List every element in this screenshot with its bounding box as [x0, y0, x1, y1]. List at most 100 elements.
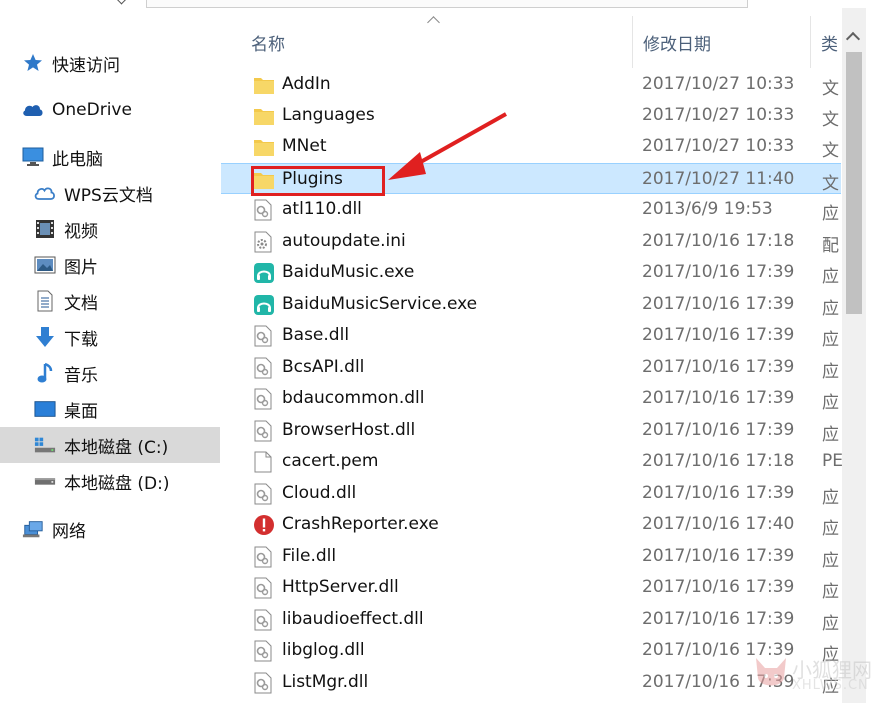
baidu-music-icon [253, 262, 275, 284]
file-modified-date: 2017/10/16 17:18 [642, 231, 795, 251]
file-modified-date: 2017/10/16 17:39 [642, 420, 795, 440]
file-row[interactable]: BaiduMusic.exe 2017/10/16 17:39 应 [221, 257, 841, 288]
error-icon [253, 514, 275, 536]
file-name: CrashReporter.exe [282, 514, 439, 534]
file-row[interactable]: Base.dll 2017/10/16 17:39 应 [221, 320, 841, 351]
file-row[interactable]: libaudioeffect.dll 2017/10/16 17:39 应 [221, 604, 841, 635]
dll-file-icon [253, 483, 275, 505]
dll-file-icon [253, 577, 275, 599]
column-divider[interactable] [810, 16, 811, 68]
dll-file-icon [253, 672, 275, 694]
drive-c-icon [34, 434, 56, 456]
scrollbar-thumb[interactable] [846, 52, 862, 314]
file-name: Languages [282, 105, 375, 125]
file-type: 应 [822, 614, 839, 634]
file-row[interactable]: Cloud.dll 2017/10/16 17:39 应 [221, 478, 841, 509]
file-row[interactable]: File.dll 2017/10/16 17:39 应 [221, 541, 841, 572]
file-row[interactable]: BcsAPI.dll 2017/10/16 17:39 应 [221, 352, 841, 383]
file-name: AddIn [282, 74, 331, 94]
dll-file-icon [253, 546, 275, 568]
file-row[interactable]: ListMgr.dll 2017/10/16 17:39 应 [221, 667, 841, 698]
file-type: 应 [822, 488, 839, 508]
nav-item-videos[interactable]: 视频 [0, 211, 220, 247]
nav-item-drive-d[interactable]: 本地磁盘 (D:) [0, 463, 220, 499]
file-type: 应 [822, 267, 839, 287]
dll-file-icon [253, 420, 275, 442]
nav-item-pictures[interactable]: 图片 [0, 247, 220, 283]
file-name: Base.dll [282, 325, 350, 345]
address-bar[interactable] [146, 0, 748, 8]
nav-item-label: 音乐 [64, 365, 98, 386]
column-header-name[interactable]: 名称 [251, 30, 285, 55]
file-name: File.dll [282, 546, 337, 566]
vertical-scrollbar[interactable] [842, 8, 866, 703]
navigation-pane: 快速访问 OneDrive 此电脑 WPS云文档 视频 图片 文档 下载 音乐 … [0, 8, 220, 703]
nav-item-desktop[interactable]: 桌面 [0, 391, 220, 427]
chevron-down-icon[interactable] [116, 0, 127, 5]
file-type: PE [822, 451, 842, 471]
folder-icon [253, 105, 275, 127]
document-icon [34, 290, 56, 312]
file-row[interactable]: AddIn 2017/10/27 10:33 文 [221, 69, 841, 100]
file-name: libglog.dll [282, 640, 365, 660]
nav-item-this-pc[interactable]: 此电脑 [0, 139, 220, 175]
file-row[interactable]: libglog.dll 2017/10/16 17:39 应 [221, 635, 841, 666]
watermark: 小狐狸网 XHLWS.CN [752, 648, 887, 703]
music-note-icon [34, 362, 56, 384]
file-type: 应 [822, 299, 839, 319]
dll-file-icon [253, 325, 275, 347]
column-header-type[interactable]: 类 [821, 30, 838, 55]
file-type: 文 [822, 141, 839, 161]
annotation-highlight-box [251, 166, 385, 196]
file-row[interactable]: cacert.pem 2017/10/16 17:18 PE [221, 446, 842, 477]
file-modified-date: 2017/10/16 17:39 [642, 577, 795, 597]
file-type: 应 [822, 204, 839, 224]
file-row[interactable]: CrashReporter.exe 2017/10/16 17:40 应 [221, 509, 841, 540]
nav-item-label: OneDrive [52, 100, 132, 120]
file-type: 配 [822, 236, 839, 256]
file-row[interactable]: BaiduMusicService.exe 2017/10/16 17:39 应 [221, 289, 841, 320]
nav-item-downloads[interactable]: 下载 [0, 319, 220, 355]
film-icon [34, 218, 56, 240]
file-modified-date: 2017/10/16 17:39 [642, 546, 795, 566]
watermark-url: XHLWS.CN [792, 678, 869, 693]
file-row[interactable]: Languages 2017/10/27 10:33 文 [221, 100, 841, 131]
nav-item-wps-cloud[interactable]: WPS云文档 [0, 175, 220, 211]
nav-item-network[interactable]: 网络 [0, 511, 220, 547]
column-header-row: 名称 修改日期 类 [221, 8, 887, 68]
file-type: 应 [822, 330, 839, 350]
dll-file-icon [253, 199, 275, 221]
nav-item-label: 桌面 [64, 401, 98, 422]
nav-item-label: 视频 [64, 221, 98, 242]
nav-item-onedrive[interactable]: OneDrive [0, 92, 220, 128]
dll-file-icon [253, 388, 275, 410]
file-row[interactable]: autoupdate.ini 2017/10/16 17:18 配 [221, 226, 841, 257]
nav-item-label: 本地磁盘 (C:) [64, 437, 169, 458]
nav-item-label: 下载 [64, 329, 98, 350]
baidu-music-icon [253, 294, 275, 316]
column-header-date[interactable]: 修改日期 [643, 30, 711, 55]
file-row[interactable]: MNet 2017/10/27 10:33 文 [221, 131, 841, 162]
file-modified-date: 2017/10/27 10:33 [642, 74, 795, 94]
file-name: MNet [282, 136, 327, 156]
dll-file-icon [253, 640, 275, 662]
scroll-up-arrow-icon[interactable] [845, 31, 861, 47]
file-row[interactable]: bdaucommon.dll 2017/10/16 17:39 应 [221, 383, 841, 414]
file-type: 文 [822, 174, 839, 194]
nav-item-quick-access[interactable]: 快速访问 [0, 45, 220, 81]
nav-item-music[interactable]: 音乐 [0, 355, 220, 391]
dll-file-icon [253, 357, 275, 379]
file-modified-date: 2017/10/16 17:39 [642, 294, 795, 314]
nav-item-documents[interactable]: 文档 [0, 283, 220, 319]
file-name: atl110.dll [282, 199, 362, 219]
file-row[interactable]: BrowserHost.dll 2017/10/16 17:39 应 [221, 415, 841, 446]
nav-item-drive-c[interactable]: 本地磁盘 (C:) [0, 427, 220, 463]
download-arrow-icon [34, 326, 56, 348]
dll-file-icon [253, 609, 275, 631]
folder-icon [253, 74, 275, 96]
file-row[interactable]: atl110.dll 2013/6/9 19:53 应 [221, 194, 841, 225]
column-divider[interactable] [632, 16, 633, 68]
file-row[interactable]: HttpServer.dll 2017/10/16 17:39 应 [221, 572, 841, 603]
file-type: 文 [822, 110, 839, 130]
network-icon [22, 518, 44, 540]
